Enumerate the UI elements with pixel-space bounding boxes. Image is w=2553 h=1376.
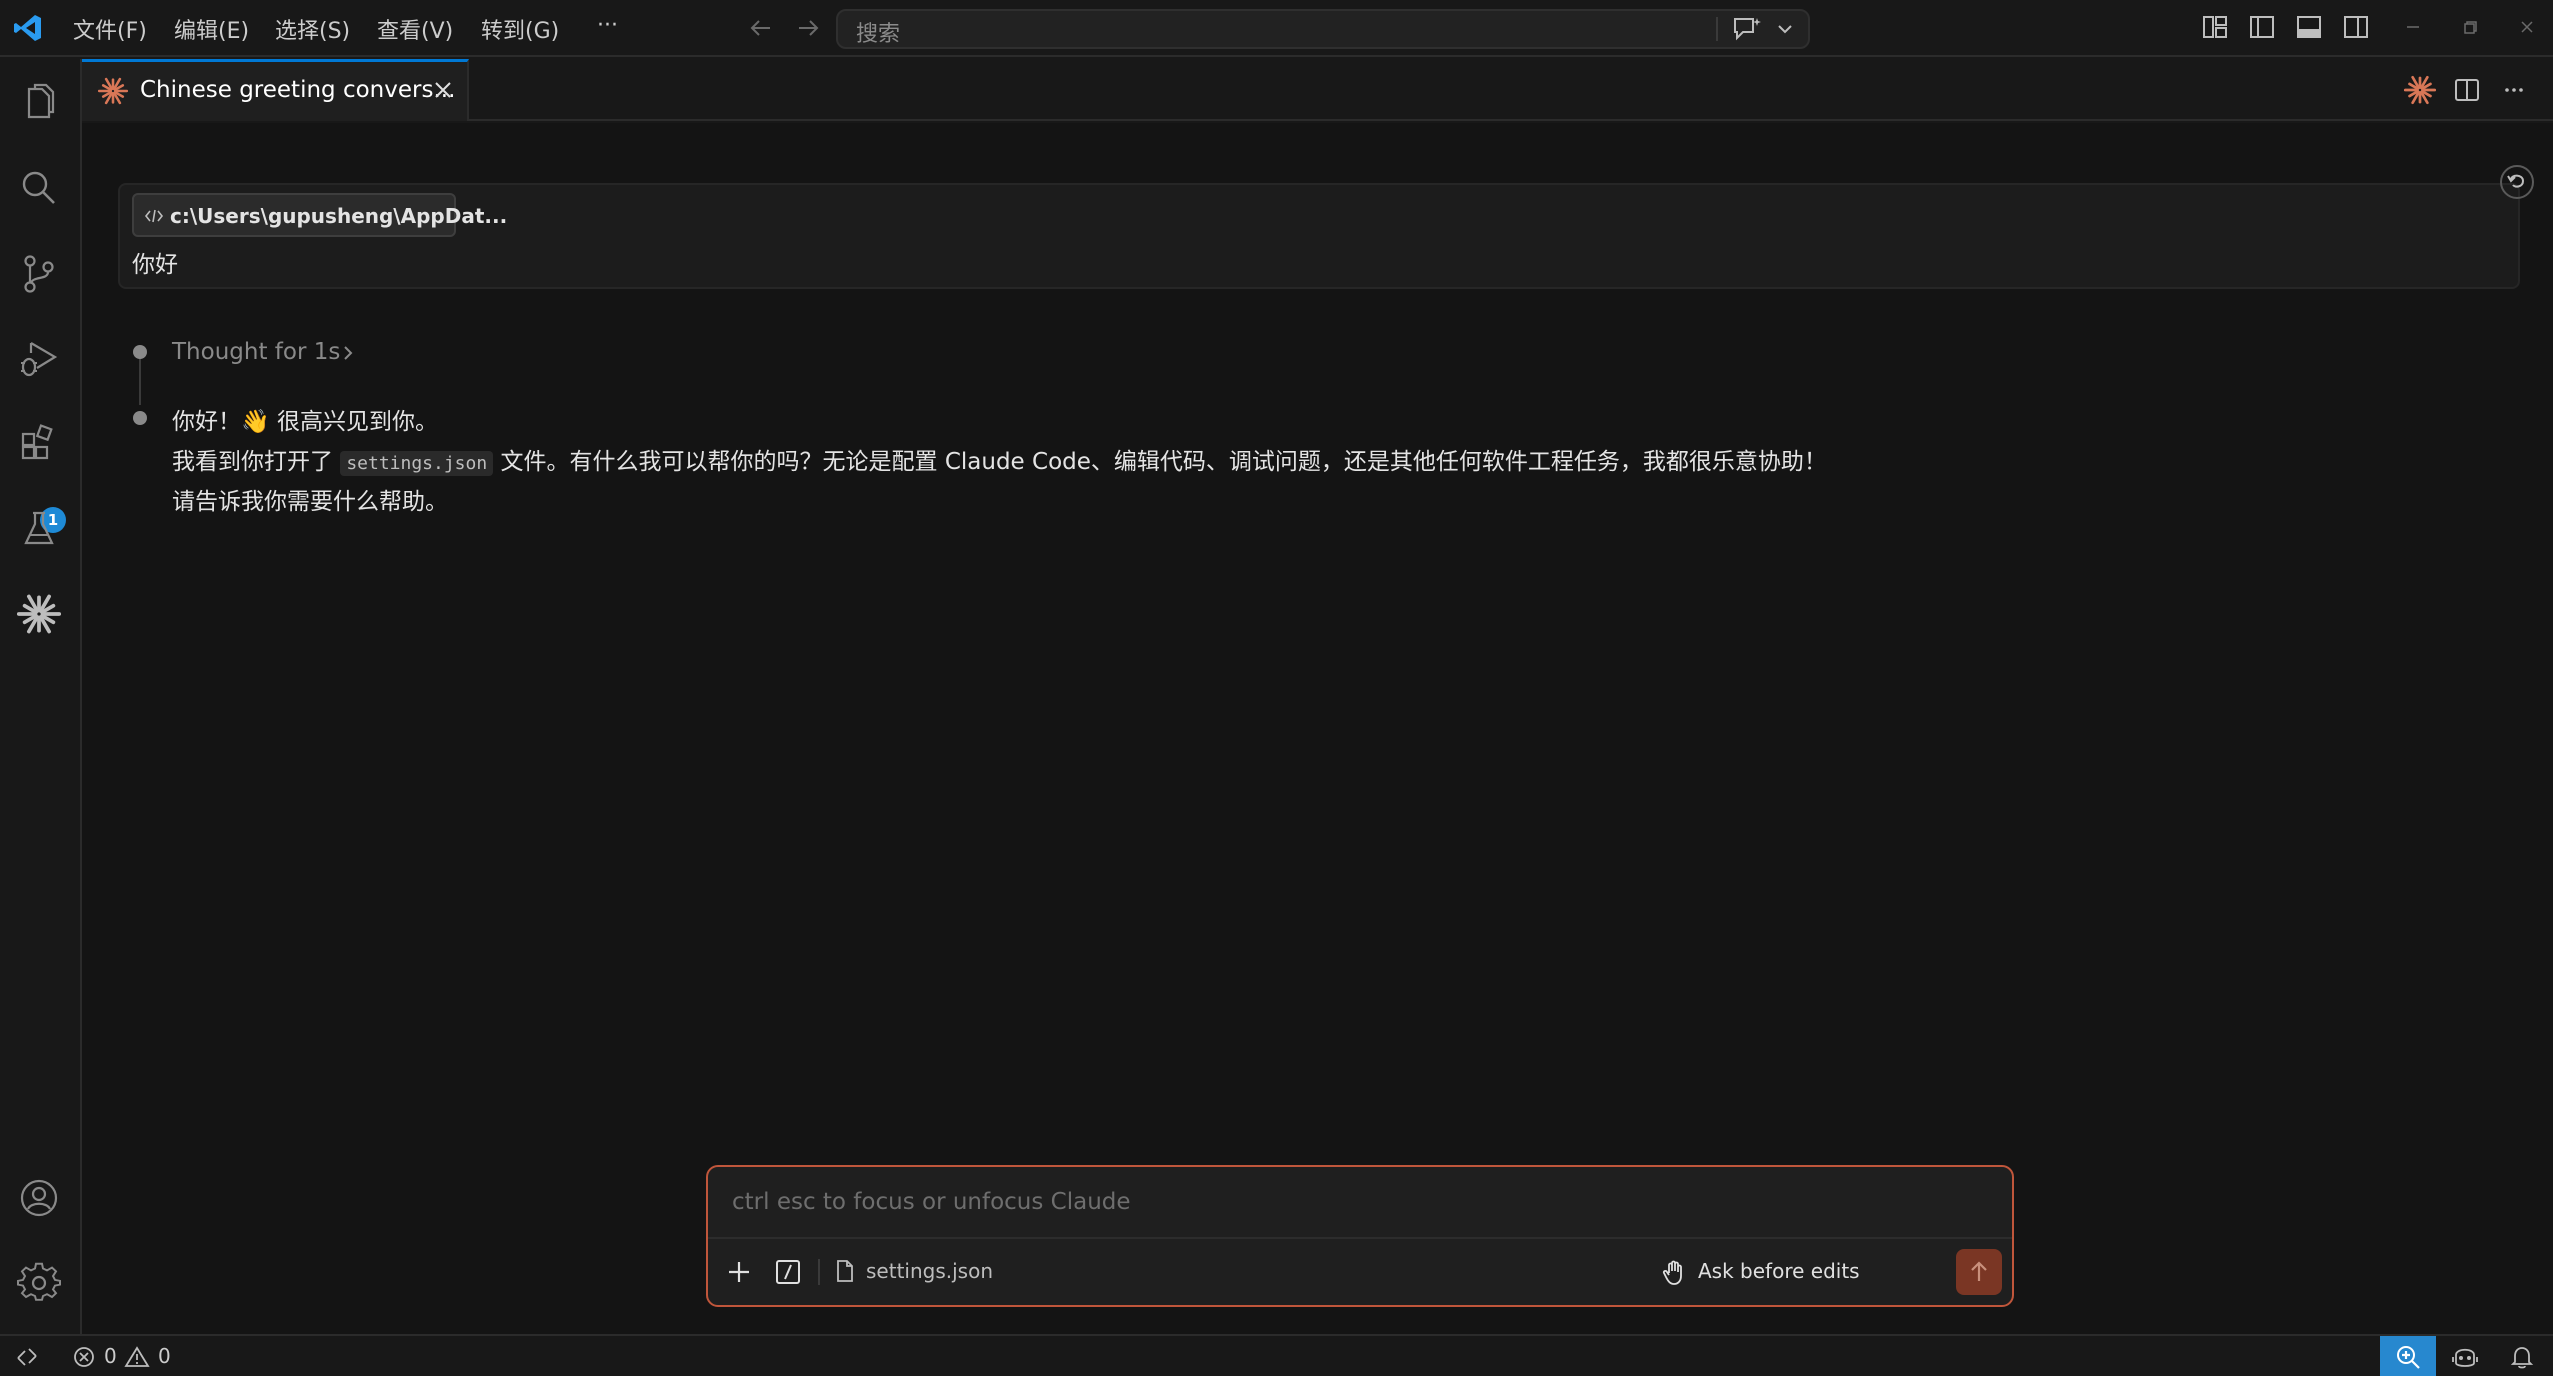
source-control-icon[interactable] bbox=[17, 252, 61, 296]
chat-sparkle-icon[interactable] bbox=[1731, 15, 1763, 43]
user-message-text: 你好 bbox=[132, 252, 178, 278]
explorer-icon[interactable] bbox=[17, 81, 61, 125]
close-window-icon[interactable] bbox=[2512, 12, 2542, 42]
testing-icon[interactable] bbox=[17, 507, 61, 551]
settings-gear-icon[interactable] bbox=[17, 1261, 61, 1305]
more-actions-icon[interactable] bbox=[2498, 74, 2530, 106]
send-button[interactable] bbox=[1956, 1249, 2002, 1295]
timeline-dot bbox=[133, 345, 147, 359]
context-file-path: c:\Users\gupusheng\AppDat... bbox=[170, 204, 508, 228]
divider bbox=[1716, 17, 1718, 41]
error-count[interactable]: 0 bbox=[104, 1344, 117, 1368]
editor-tab-bar: Chinese greeting convers... bbox=[82, 59, 2553, 121]
menu-file[interactable]: 文件(F) bbox=[73, 13, 147, 45]
menu-selection[interactable]: 选择(S) bbox=[275, 13, 350, 45]
claude-tab-icon bbox=[98, 76, 128, 106]
menu-view[interactable]: 查看(V) bbox=[377, 13, 453, 45]
divider bbox=[708, 1237, 2012, 1239]
menu-edit[interactable]: 编辑(E) bbox=[174, 13, 249, 45]
warning-count[interactable]: 0 bbox=[158, 1344, 171, 1368]
activity-bar: 1 bbox=[0, 59, 82, 1334]
slash-command-button[interactable] bbox=[771, 1255, 805, 1289]
hand-icon[interactable] bbox=[1660, 1257, 1690, 1287]
add-attachment-button[interactable] bbox=[722, 1255, 756, 1289]
permission-mode-label[interactable]: Ask before edits bbox=[1698, 1259, 1860, 1283]
assistant-reply-line: 我看到你打开了 settings.json 文件。有什么我可以帮你的吗？无论是配… bbox=[172, 442, 1827, 476]
forward-arrow-icon[interactable] bbox=[793, 13, 823, 43]
chevron-down-icon[interactable] bbox=[1773, 17, 1797, 41]
inline-code-filename: settings.json bbox=[340, 451, 494, 476]
extensions-icon[interactable] bbox=[17, 422, 61, 466]
tab-claude-conversation[interactable]: Chinese greeting convers... bbox=[82, 59, 469, 121]
copilot-icon[interactable] bbox=[2450, 1343, 2480, 1371]
prompt-input-box[interactable]: ctrl esc to focus or unfocus Claude sett… bbox=[706, 1165, 2014, 1307]
close-tab-icon[interactable] bbox=[430, 77, 456, 103]
thought-toggle-label[interactable]: Thought for 1s bbox=[172, 339, 340, 365]
warning-icon[interactable] bbox=[124, 1345, 150, 1369]
file-icon bbox=[832, 1258, 858, 1284]
toggle-panel-icon[interactable] bbox=[2294, 12, 2324, 42]
assistant-reply-line: 请告诉我你需要什么帮助。 bbox=[172, 489, 448, 515]
customize-layout-icon[interactable] bbox=[2200, 12, 2230, 42]
chevron-right-icon[interactable] bbox=[336, 341, 360, 365]
menu-more[interactable]: ··· bbox=[597, 13, 618, 38]
vscode-logo-icon bbox=[12, 12, 44, 44]
status-bar: 0 0 bbox=[0, 1334, 2553, 1376]
code-icon bbox=[144, 206, 164, 226]
tab-title: Chinese greeting convers... bbox=[140, 77, 456, 103]
search-icon[interactable] bbox=[17, 166, 61, 210]
zoom-status-item[interactable] bbox=[2380, 1336, 2436, 1376]
timeline-dot bbox=[133, 411, 147, 425]
notifications-bell-icon[interactable] bbox=[2508, 1343, 2536, 1371]
restore-icon[interactable] bbox=[2455, 12, 2485, 42]
zoom-in-icon bbox=[2397, 1346, 2420, 1369]
remote-indicator-icon[interactable] bbox=[14, 1344, 40, 1370]
error-icon[interactable] bbox=[72, 1345, 96, 1369]
minimize-icon[interactable] bbox=[2398, 12, 2428, 42]
prompt-input-placeholder[interactable]: ctrl esc to focus or unfocus Claude bbox=[732, 1189, 1131, 1215]
claude-code-icon[interactable] bbox=[17, 592, 61, 636]
title-bar: 文件(F) 编辑(E) 选择(S) 查看(V) 转到(G) ··· 搜索 bbox=[0, 0, 2553, 57]
reply-text: 我看到你打开了 bbox=[172, 449, 341, 475]
timeline-line bbox=[139, 351, 141, 405]
assistant-reply-line: 你好！👋 很高兴见到你。 bbox=[172, 409, 438, 435]
search-placeholder: 搜索 bbox=[856, 22, 901, 47]
divider bbox=[818, 1259, 820, 1285]
context-file-name[interactable]: settings.json bbox=[866, 1259, 993, 1283]
revert-icon[interactable] bbox=[2499, 164, 2535, 200]
toggle-primary-sidebar-icon[interactable] bbox=[2247, 12, 2277, 42]
split-editor-icon[interactable] bbox=[2451, 74, 2483, 106]
claude-conversation-panel: c:\Users\gupusheng\AppDat... 你好 Thought … bbox=[82, 123, 2553, 1334]
context-file-chip[interactable]: c:\Users\gupusheng\AppDat... bbox=[132, 193, 507, 237]
user-message-card: c:\Users\gupusheng\AppDat... 你好 bbox=[118, 183, 2520, 289]
accounts-icon[interactable] bbox=[17, 1176, 61, 1220]
run-and-debug-icon[interactable] bbox=[17, 337, 61, 381]
back-arrow-icon[interactable] bbox=[746, 13, 776, 43]
menu-go[interactable]: 转到(G) bbox=[481, 13, 559, 45]
toggle-secondary-sidebar-icon[interactable] bbox=[2341, 12, 2371, 42]
reply-text: 文件。有什么我可以帮你的吗？无论是配置 Claude Code、编辑代码、调试问… bbox=[493, 449, 1827, 475]
claude-action-icon[interactable] bbox=[2404, 74, 2436, 106]
command-center-search[interactable]: 搜索 bbox=[836, 9, 1810, 49]
